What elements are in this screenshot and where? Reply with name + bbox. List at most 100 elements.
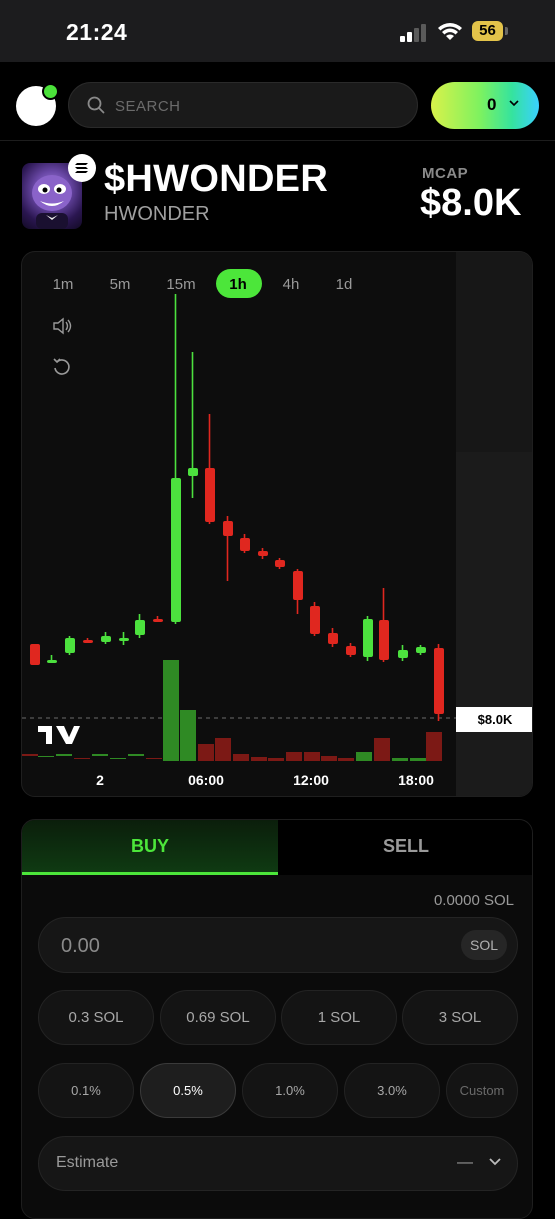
candle: [275, 558, 285, 569]
price-chart[interactable]: 1m 5m 15m 1h 4h 1d 2 06:00 12:00 18:00 $8.0K: [21, 251, 533, 797]
candle: [30, 644, 40, 665]
tradingview-logo: [38, 726, 80, 744]
candle: [119, 632, 129, 645]
price-tag: $8.0K: [478, 712, 513, 727]
volume-bar: [374, 738, 390, 761]
reset-icon[interactable]: [53, 358, 70, 375]
timeframe-1d[interactable]: 1d: [336, 276, 353, 293]
solana-icon: [68, 154, 96, 182]
volume-bar: [163, 660, 179, 761]
candle: [171, 294, 181, 624]
candle: [416, 645, 426, 655]
candle: [83, 638, 93, 643]
candle: [258, 548, 268, 559]
search-icon: [87, 96, 105, 114]
candle: [379, 588, 389, 662]
candle: [153, 616, 163, 622]
battery-icon: 56: [472, 21, 510, 43]
amount-field[interactable]: SOL: [38, 917, 518, 974]
timeframe-4h[interactable]: 4h: [283, 276, 300, 293]
volume-bar: [410, 758, 426, 761]
timeframe-label: 1h: [229, 276, 247, 293]
timeframe-5m[interactable]: 5m: [110, 276, 131, 293]
volume-bar: [180, 710, 196, 761]
candle: [135, 614, 145, 638]
timeframe-label: 1m: [53, 276, 74, 293]
candle: [223, 516, 233, 581]
chevron-down-icon: [489, 1158, 501, 1166]
candle: [346, 643, 356, 657]
slippage-custom[interactable]: Custom: [446, 1063, 518, 1118]
volume-bar: [356, 752, 372, 761]
volume-bar: [321, 756, 337, 761]
search-bar[interactable]: [68, 82, 418, 129]
candle: [398, 645, 408, 661]
candle: [188, 352, 198, 498]
wallet-balance: 0: [487, 95, 497, 114]
tab-sell[interactable]: SELL: [278, 820, 532, 875]
candle: [310, 602, 320, 636]
volume-bar: [92, 754, 108, 756]
app-header: 0: [0, 62, 555, 141]
token-name: HWONDER: [104, 203, 210, 225]
chart-canvas: 1m 5m 15m 1h 4h 1d 2 06:00 12:00 18:00 $8.0K: [22, 252, 532, 796]
volume-bar: [110, 758, 126, 759]
battery-level: 56: [472, 21, 503, 41]
volume-bar: [392, 758, 408, 761]
candle: [101, 632, 111, 644]
x-tick-label: 2: [96, 772, 104, 788]
slippage-3-0[interactable]: 3.0%: [344, 1063, 440, 1118]
candle: [240, 534, 250, 553]
volume-bar: [146, 758, 162, 759]
volume-bar: [338, 758, 354, 761]
wifi-icon: [438, 23, 462, 40]
candle: [65, 636, 75, 655]
slippage-0-1[interactable]: 0.1%: [38, 1063, 134, 1118]
volume-bar: [268, 758, 284, 761]
x-tick-label: 06:00: [188, 772, 224, 788]
timeframe-1h[interactable]: 1h: [216, 269, 262, 298]
timeframe-1m[interactable]: 1m: [53, 276, 74, 293]
estimate-dropdown[interactable]: Estimate —: [38, 1136, 518, 1191]
quick-amount-0-69[interactable]: 0.69 SOL: [160, 990, 276, 1045]
volume-bar: [74, 758, 90, 759]
status-dot-icon: [42, 83, 59, 100]
estimate-value: —: [457, 1154, 473, 1171]
chevron-down-icon: [509, 100, 519, 107]
tab-buy[interactable]: BUY: [22, 820, 278, 875]
token-ticker: $HWONDER: [104, 158, 329, 200]
timeframe-label: 5m: [110, 276, 131, 293]
candle: [434, 644, 444, 721]
volume-bar: [215, 738, 231, 761]
volume-bar: [426, 732, 442, 761]
volume-bar: [38, 756, 54, 757]
search-input[interactable]: [113, 83, 407, 129]
volume-bar: [304, 752, 320, 761]
slippage-0-5[interactable]: 0.5%: [140, 1063, 236, 1118]
status-time: 21:24: [66, 19, 128, 45]
candle: [293, 569, 303, 614]
quick-amount-1[interactable]: 1 SOL: [281, 990, 397, 1045]
quick-amount-3[interactable]: 3 SOL: [402, 990, 518, 1045]
volume-bar: [128, 754, 144, 756]
sol-balance: 0.0000 SOL: [433, 892, 514, 909]
amount-unit: SOL: [461, 930, 507, 960]
candle: [47, 655, 57, 663]
mcap-value: $8.0K: [420, 182, 522, 224]
sound-icon[interactable]: [53, 317, 72, 335]
signal-icon: [400, 24, 426, 42]
timeframe-label: 15m: [166, 276, 195, 293]
quick-amount-0-3[interactable]: 0.3 SOL: [38, 990, 154, 1045]
candle: [205, 414, 215, 524]
status-bar: 21:24 56: [0, 0, 555, 62]
amount-input[interactable]: [59, 918, 423, 974]
estimate-label: Estimate: [56, 1154, 119, 1171]
slippage-1-0[interactable]: 1.0%: [242, 1063, 338, 1118]
timeframe-label: 4h: [283, 276, 300, 293]
candle: [363, 616, 373, 661]
timeframe-15m[interactable]: 15m: [166, 276, 195, 293]
wallet-button[interactable]: 0: [431, 82, 539, 129]
app-logo[interactable]: [16, 83, 59, 126]
x-tick-label: 18:00: [398, 772, 434, 788]
volume-bar: [22, 754, 38, 756]
